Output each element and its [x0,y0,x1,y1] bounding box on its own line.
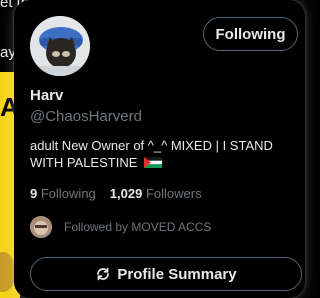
palestine-flag-icon [144,157,163,168]
profile-summary-label: Profile Summary [117,265,237,283]
avatar[interactable] [30,16,90,76]
followed-by-avatar-image [30,216,52,238]
followers-count: 1,029 [109,186,143,201]
profile-handle[interactable]: @ChaosHarverd [30,108,142,125]
followers-label: Followers [145,186,202,201]
profile-bio: adult New Owner of ^_^ MIXED | I STAND W… [30,137,295,171]
followed-by[interactable]: Followed by MOVED ACCS [30,216,211,238]
followed-by-avatar [30,216,52,238]
profile-summary-button[interactable]: Profile Summary [30,257,302,291]
profile-hover-card: Following Harv @ChaosHarverd adult New O… [14,0,305,298]
following-label: Following [40,186,96,201]
following-button[interactable]: Following [203,17,298,51]
profile-name[interactable]: Harv [30,87,63,104]
refresh-icon [97,267,110,281]
following-count-link[interactable]: 9 Following [30,186,96,201]
profile-stats: 9 Following 1,029 Followers [30,186,202,201]
followed-by-text: Followed by MOVED ACCS [64,220,212,234]
followers-count-link[interactable]: 1,029 Followers [110,186,202,201]
following-count: 9 [30,186,38,201]
avatar-image [30,16,90,76]
